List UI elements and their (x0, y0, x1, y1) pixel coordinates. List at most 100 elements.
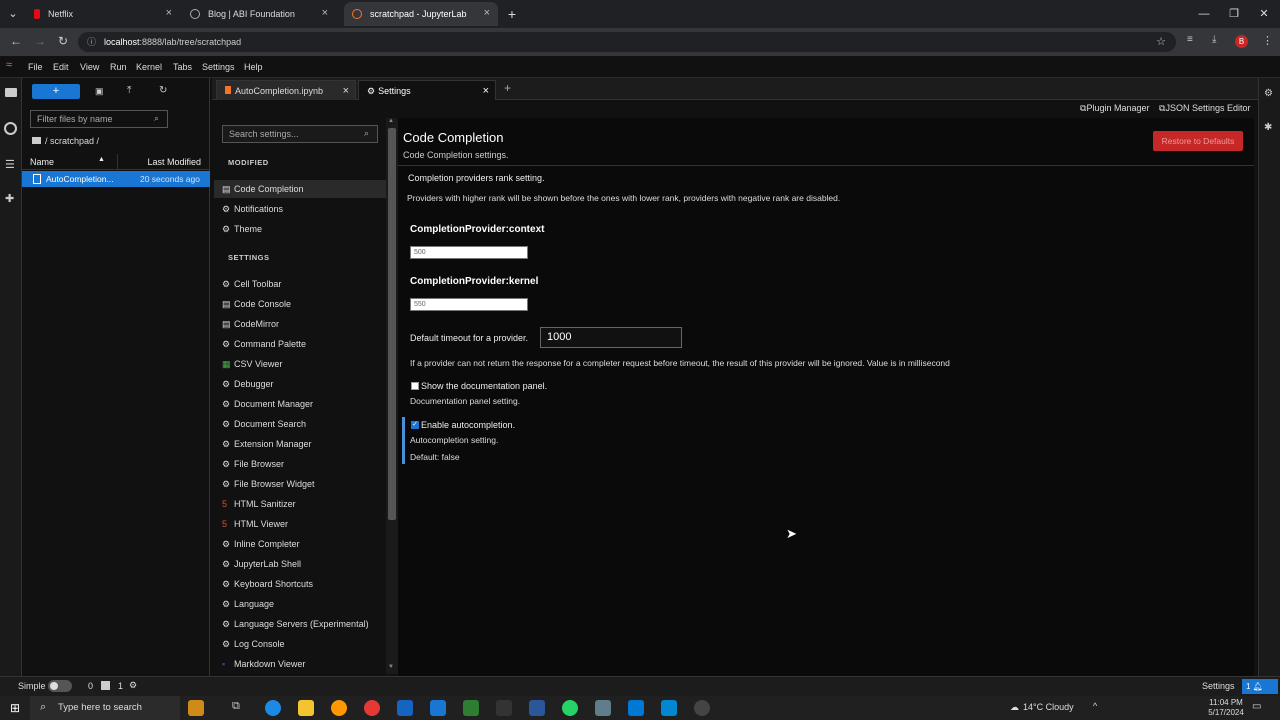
settings-item-extension-manager[interactable]: ⚙ Extension Manager (214, 435, 386, 453)
browser-tab-netflix[interactable]: Netflix × (26, 2, 180, 26)
menu-tabs[interactable]: Tabs (173, 62, 192, 72)
menu-settings[interactable]: Settings (202, 62, 235, 72)
whatsapp-icon[interactable] (562, 700, 578, 716)
back-icon[interactable]: ← (10, 34, 22, 48)
settings-item-language-servers-experimental[interactable]: ⚙ Language Servers (Experimental) (214, 615, 386, 633)
settings-item-jupyterlab-shell[interactable]: ⚙ JupyterLab Shell (214, 555, 386, 573)
minimize-button[interactable]: — (1190, 4, 1218, 24)
settings-item-markdown-viewer[interactable]: ▪ Markdown Viewer (214, 655, 386, 673)
vscode-icon[interactable] (430, 700, 446, 716)
close-window-button[interactable]: ✕ (1250, 4, 1278, 24)
column-name[interactable]: Name (30, 157, 54, 167)
edge-icon[interactable] (265, 700, 281, 716)
menu-kernel[interactable]: Kernel (136, 62, 162, 72)
restore-defaults-button[interactable]: Restore to Defaults (1153, 131, 1243, 151)
settings-item-csv-viewer[interactable]: ▦ CSV Viewer (214, 355, 386, 373)
word-icon[interactable] (529, 700, 545, 716)
settings-item-code-completion[interactable]: ▤ Code Completion (214, 180, 386, 198)
close-tab-icon[interactable]: × (166, 7, 172, 19)
settings-item-codemirror[interactable]: ▤ CodeMirror (214, 315, 386, 333)
menu-edit[interactable]: Edit (53, 62, 69, 72)
outlook-icon[interactable] (628, 700, 644, 716)
menu-file[interactable]: File (28, 62, 43, 72)
kernel-count[interactable]: 1 (118, 681, 123, 691)
settings-item-notifications[interactable]: ⚙ Notifications (214, 200, 386, 218)
file-row[interactable]: AutoCompletion... 20 seconds ago (22, 171, 210, 187)
filter-files-input[interactable]: Filter files by name (30, 110, 168, 128)
taskbar-app-icon[interactable] (188, 700, 204, 716)
terminal-count[interactable]: 0 (88, 681, 93, 691)
close-tab-icon[interactable]: × (322, 7, 328, 19)
enable-autocompletion-checkbox[interactable]: ✓ (411, 421, 419, 429)
menu-run[interactable]: Run (110, 62, 127, 72)
media-icon[interactable]: ≡ (1187, 34, 1193, 45)
settings-item-file-browser[interactable]: ⚙ File Browser (214, 455, 386, 473)
restore-button[interactable]: ❐ (1220, 4, 1248, 24)
settings-item-keyboard-shortcuts[interactable]: ⚙ Keyboard Shortcuts (214, 575, 386, 593)
settings-item-file-browser-widget[interactable]: ⚙ File Browser Widget (214, 475, 386, 493)
settings-item-command-palette[interactable]: ⚙ Command Palette (214, 335, 386, 353)
search-settings-input[interactable]: Search settings... (222, 125, 378, 143)
new-tab-button[interactable]: + (498, 4, 526, 24)
close-tab-icon[interactable]: × (483, 81, 489, 101)
notifications-icon[interactable]: ▭ (1252, 701, 1261, 712)
refresh-icon[interactable]: ↻ (159, 85, 167, 96)
chrome-icon[interactable] (364, 700, 380, 716)
clock-date[interactable]: 5/17/2024 (1206, 708, 1246, 717)
new-tab-plus-icon[interactable]: + (504, 81, 511, 95)
windows-start-icon[interactable]: ⊞ (10, 701, 20, 715)
browser-tab-blog[interactable]: Blog | ABI Foundation × (182, 2, 336, 26)
debugger-icon[interactable]: ✱ (1264, 122, 1272, 133)
settings-item-cell-toolbar[interactable]: ⚙ Cell Toolbar (214, 275, 386, 293)
forward-icon[interactable]: → (34, 34, 46, 48)
clock-time[interactable]: 11:04 PM (1206, 698, 1246, 707)
show-documentation-checkbox[interactable] (411, 382, 419, 390)
browser-tab-jupyter[interactable]: scratchpad - JupyterLab × (344, 2, 498, 26)
scroll-down-icon[interactable]: ▼ (388, 664, 394, 670)
context-rank-input[interactable]: 500 (410, 246, 528, 259)
kernel-rank-input[interactable]: 550 (410, 298, 528, 311)
settings-item-html-sanitizer[interactable]: 5 HTML Sanitizer (214, 495, 386, 513)
weather-text[interactable]: 14°C Cloudy (1023, 702, 1074, 712)
tray-chevron-icon[interactable]: ^ (1093, 701, 1097, 711)
json-settings-editor-button[interactable]: ⧉JSON Settings Editor (1159, 103, 1250, 114)
app-icon[interactable] (595, 700, 611, 716)
running-icon[interactable] (4, 122, 17, 135)
simple-mode-toggle[interactable] (48, 680, 72, 692)
settings-item-debugger[interactable]: ⚙ Debugger (214, 375, 386, 393)
taskbar-search[interactable]: ⌕ Type here to search (30, 696, 180, 720)
settings-item-inline-completer[interactable]: ⚙ Inline Completer (214, 535, 386, 553)
property-inspector-icon[interactable]: ⚙ (1264, 88, 1273, 99)
new-folder-icon[interactable]: ▣ (95, 86, 104, 97)
url-bar[interactable]: ⓘ localhost:8888/lab/tree/scratchpad ☆ (78, 32, 1176, 52)
terminal-app-icon[interactable] (496, 700, 512, 716)
scroll-up-icon[interactable]: ▲ (388, 118, 394, 124)
profile-avatar[interactable]: B (1235, 35, 1248, 48)
excel-icon[interactable] (463, 700, 479, 716)
task-view-icon[interactable]: ⧉ (232, 700, 248, 716)
close-tab-icon[interactable]: × (343, 81, 349, 101)
tab-autocompletion-notebook[interactable]: AutoCompletion.ipynb × (216, 80, 356, 100)
breadcrumb[interactable]: / scratchpad / (32, 136, 99, 146)
menu-view[interactable]: View (80, 62, 99, 72)
settings-item-log-console[interactable]: ⚙ Log Console (214, 635, 386, 653)
extension-puzzle-icon[interactable]: ✚ (5, 192, 14, 205)
bookmark-star-icon[interactable]: ☆ (1156, 32, 1166, 52)
tab-search-icon[interactable]: ⌄ (2, 4, 24, 24)
close-tab-icon[interactable]: × (484, 7, 490, 19)
store-icon[interactable] (661, 700, 677, 716)
firefox-icon[interactable] (331, 700, 347, 716)
tab-settings[interactable]: ⚙ Settings × (358, 80, 496, 100)
download-icon[interactable]: ⤓ (1212, 34, 1216, 45)
settings-item-html-viewer[interactable]: 5 HTML Viewer (214, 515, 386, 533)
app-icon-2[interactable] (694, 700, 710, 716)
scrollbar-thumb[interactable] (388, 128, 396, 520)
settings-item-theme[interactable]: ⚙ Theme (214, 220, 386, 238)
menu-help[interactable]: Help (244, 62, 263, 72)
settings-item-document-search[interactable]: ⚙ Document Search (214, 415, 386, 433)
column-last-modified[interactable]: Last Modified (147, 157, 201, 167)
settings-item-language[interactable]: ⚙ Language (214, 595, 386, 613)
plugin-manager-button[interactable]: ⧉Plugin Manager (1080, 103, 1149, 114)
chrome-menu-icon[interactable]: ⋮ (1262, 34, 1273, 47)
folder-icon[interactable] (5, 88, 17, 97)
